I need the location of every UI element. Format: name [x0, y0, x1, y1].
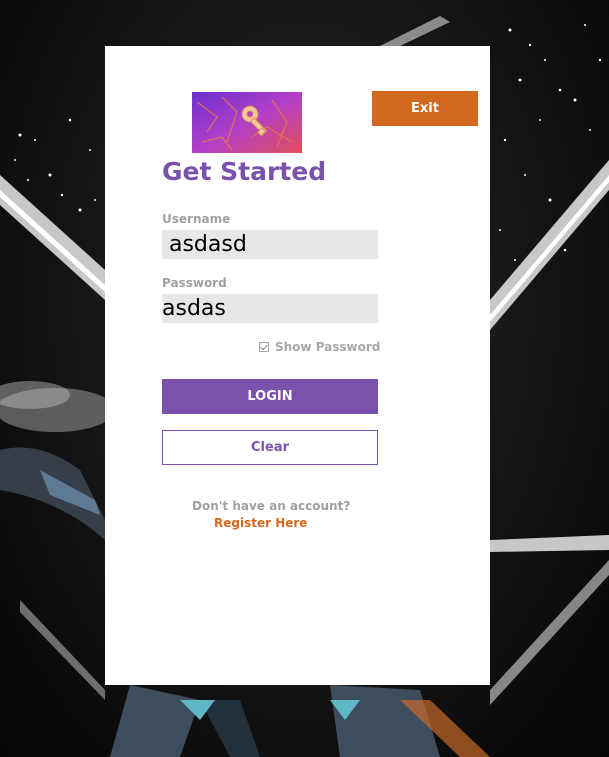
register-link[interactable]: Register Here — [214, 516, 307, 530]
password-label: Password — [162, 276, 227, 290]
clear-button[interactable]: Clear — [162, 430, 378, 465]
key-logo-icon — [192, 92, 302, 153]
show-password-checkbox[interactable] — [259, 342, 269, 352]
username-field[interactable] — [162, 230, 378, 259]
no-account-text: Don't have an account? — [192, 499, 351, 513]
username-label: Username — [162, 212, 231, 226]
exit-button[interactable]: Exit — [372, 91, 478, 126]
show-password-label: Show Password — [275, 340, 381, 354]
password-field[interactable] — [162, 294, 378, 323]
login-card: Exit Get Started Username Password Show … — [105, 46, 490, 685]
show-password-toggle[interactable]: Show Password — [259, 340, 380, 354]
page-title: Get Started — [162, 157, 327, 186]
login-button[interactable]: LOGIN — [162, 379, 378, 414]
